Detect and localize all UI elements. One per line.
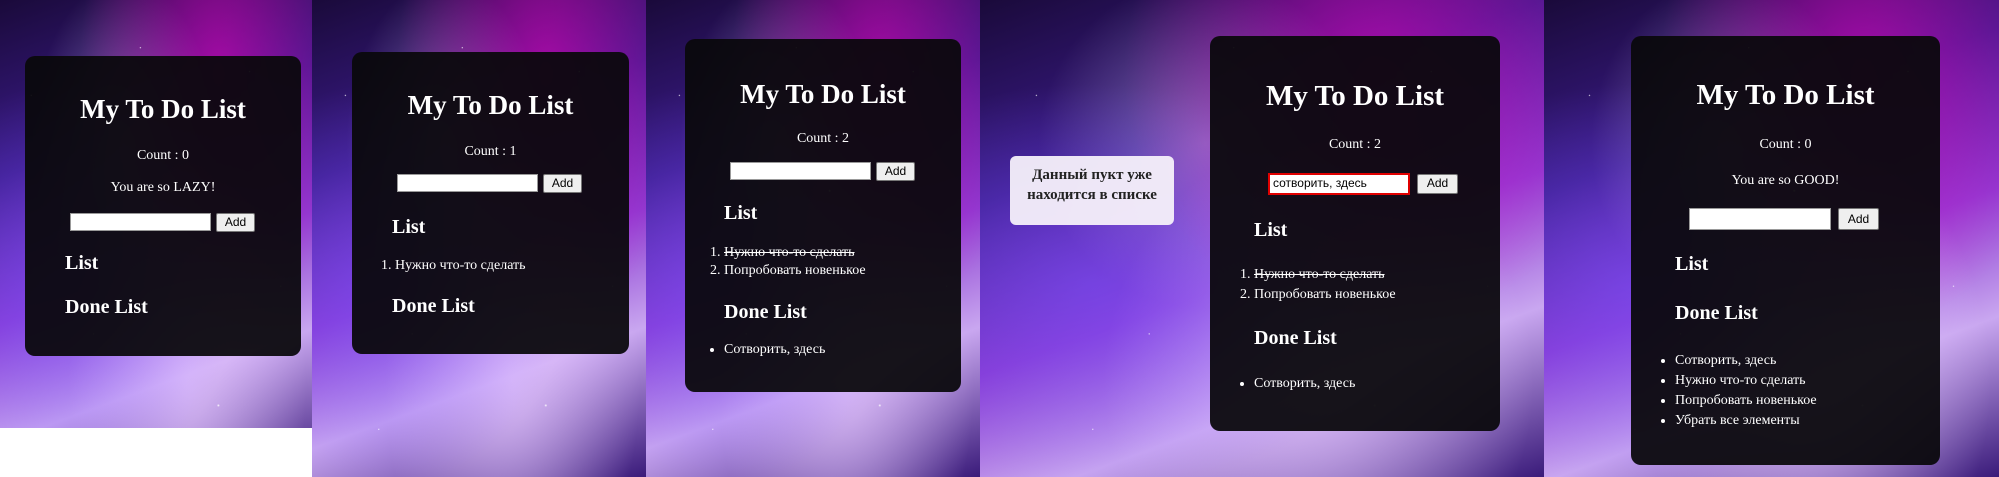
task-input[interactable] [70, 213, 211, 231]
todo-card: My To Do List Count : 0 You are so LAZY!… [25, 56, 301, 356]
screen-panel-5: My To Do List Count : 0 You are so GOOD!… [1544, 0, 1999, 477]
app-title: My To Do List [1696, 79, 1875, 111]
screen-panel-4: Данный пукт уже находится в списке My To… [980, 0, 1544, 477]
todo-card: My To Do List Count : 1 Add List Нужно ч… [352, 52, 629, 354]
todo-item-completed[interactable]: Нужно что-то сделать [724, 244, 866, 262]
count-label: Count : 2 [1328, 137, 1382, 152]
app-title: My To Do List [740, 79, 906, 109]
done-item[interactable]: Попробовать новенькое [1675, 391, 1817, 411]
done-list-heading: Done List [1675, 302, 1758, 324]
list-heading: List [1675, 253, 1709, 275]
done-list-heading: Done List [65, 296, 148, 318]
done-item[interactable]: Сотворить, здесь [1254, 375, 1355, 393]
screen-panel-2: My To Do List Count : 1 Add List Нужно ч… [312, 0, 646, 477]
status-message: You are so LAZY! [110, 180, 216, 195]
count-label: Count : 1 [464, 144, 517, 159]
done-list-heading: Done List [724, 301, 807, 323]
count-label: Count : 2 [796, 131, 850, 146]
add-button[interactable]: Add [543, 174, 582, 193]
screen-panel-3: My To Do List Count : 2 Add List Нужно ч… [646, 0, 980, 477]
count-label: Count : 0 [136, 148, 190, 163]
duplicate-toast: Данный пукт уже находится в списке [1010, 156, 1174, 225]
list-heading: List [392, 216, 426, 238]
add-button[interactable]: Add [876, 162, 915, 181]
task-input[interactable] [1689, 208, 1831, 230]
todo-card: My To Do List Count : 0 You are so GOOD!… [1631, 36, 1940, 465]
todo-item[interactable]: Нужно что-то сделать [395, 257, 526, 275]
todo-item-completed[interactable]: Нужно что-то сделать [1254, 265, 1396, 285]
done-list: Сотворить, здесь Нужно что-то сделать По… [1657, 351, 1817, 431]
todo-list: Нужно что-то сделать Попробовать новеньк… [706, 244, 866, 280]
app-title: My To Do List [407, 90, 574, 120]
count-label: Count : 0 [1759, 137, 1812, 152]
done-item[interactable]: Нужно что-то сделать [1675, 371, 1817, 391]
task-input[interactable] [730, 162, 871, 180]
todo-item[interactable]: Попробовать новенькое [1254, 285, 1396, 305]
app-title: My To Do List [80, 94, 246, 124]
app-title: My To Do List [1265, 80, 1445, 112]
screen-panel-1: My To Do List Count : 0 You are so LAZY!… [0, 0, 312, 477]
blank-area [0, 428, 312, 477]
todo-list: Нужно что-то сделать [377, 257, 526, 275]
done-list: Сотворить, здесь [1236, 375, 1355, 393]
done-list-heading: Done List [1254, 327, 1337, 349]
list-heading: List [724, 202, 758, 224]
add-button[interactable]: Add [1838, 208, 1879, 230]
add-button[interactable]: Add [1417, 174, 1458, 194]
list-heading: List [1254, 219, 1288, 241]
todo-card: My To Do List Count : 2 Add List Нужно ч… [685, 39, 961, 392]
done-list-heading: Done List [392, 295, 475, 317]
done-item[interactable]: Сотворить, здесь [724, 341, 825, 359]
list-heading: List [65, 252, 99, 274]
add-button[interactable]: Add [216, 213, 255, 232]
status-message: You are so GOOD! [1731, 173, 1840, 188]
toast-message: Данный пукт уже находится в списке [1027, 167, 1157, 203]
done-item[interactable]: Сотворить, здесь [1675, 351, 1817, 371]
task-input[interactable] [397, 174, 538, 192]
todo-list: Нужно что-то сделать Попробовать новеньк… [1236, 265, 1396, 305]
todo-item[interactable]: Попробовать новенькое [724, 262, 866, 280]
todo-card: My To Do List Count : 2 сотворить, здесь… [1210, 36, 1500, 431]
done-list: Сотворить, здесь [706, 341, 825, 359]
done-item[interactable]: Убрать все элементы [1675, 411, 1817, 431]
task-input[interactable]: сотворить, здесь [1268, 173, 1410, 195]
